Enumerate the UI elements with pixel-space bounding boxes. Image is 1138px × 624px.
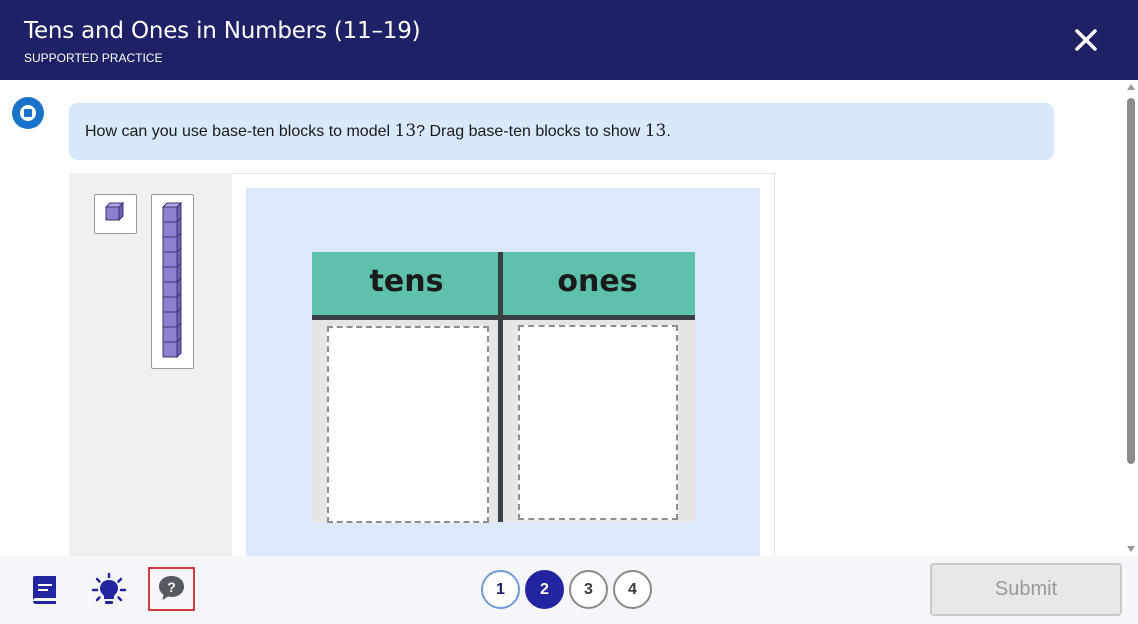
close-icon xyxy=(1075,29,1097,51)
question-text-part: ? Drag base-ten blocks to show xyxy=(416,123,645,140)
header-bar: Tens and Ones in Numbers (11–19) SUPPORT… xyxy=(0,0,1138,80)
tens-column-label: tens xyxy=(369,264,444,299)
step-label: 4 xyxy=(628,581,637,598)
book-icon xyxy=(33,576,56,604)
step-1-button[interactable]: 1 xyxy=(481,570,520,609)
close-button[interactable] xyxy=(1070,24,1102,56)
help-button[interactable]: ? xyxy=(148,567,195,611)
help-chat-icon: ? xyxy=(159,576,184,600)
place-value-chart: tens ones xyxy=(312,252,695,523)
question-prompt: How can you use base-ten blocks to model… xyxy=(69,103,1054,160)
tray-pointer-icon xyxy=(232,377,241,397)
submit-button[interactable]: Submit xyxy=(930,563,1122,616)
scroll-down-arrow-icon[interactable] xyxy=(1127,546,1135,552)
page-title: Tens and Ones in Numbers (11–19) xyxy=(24,18,421,44)
chart-header: tens ones xyxy=(312,252,695,316)
question-text-part: . xyxy=(666,123,671,140)
step-2-button[interactable]: 2 xyxy=(525,570,564,609)
ones-drop-zone[interactable] xyxy=(518,325,678,520)
unit-cube-icon xyxy=(104,201,125,222)
step-label: 2 xyxy=(540,581,549,598)
question-number: 13 xyxy=(644,121,667,141)
practice-window: Tens and Ones in Numbers (11–19) SUPPORT… xyxy=(0,0,1138,624)
scroll-up-arrow-icon[interactable] xyxy=(1127,84,1135,90)
tens-drop-zone[interactable] xyxy=(327,326,489,523)
stop-audio-button[interactable] xyxy=(12,97,44,129)
svg-text:?: ? xyxy=(167,579,176,595)
step-label: 1 xyxy=(496,581,505,598)
question-text: How can you use base-ten blocks to model… xyxy=(85,121,671,141)
page-subtitle: SUPPORTED PRACTICE xyxy=(24,51,163,65)
lightbulb-icon xyxy=(91,572,127,604)
scrollbar-thumb[interactable] xyxy=(1127,98,1135,464)
glossary-button[interactable] xyxy=(29,574,63,606)
step-3-button[interactable]: 3 xyxy=(569,570,608,609)
ten-rod-block[interactable] xyxy=(151,194,194,369)
question-text-part: How can you use base-ten blocks to model xyxy=(85,123,395,140)
step-4-button[interactable]: 4 xyxy=(613,570,652,609)
ten-rod-icon xyxy=(161,201,183,359)
unit-cube-block[interactable] xyxy=(94,194,137,234)
stop-icon xyxy=(20,105,36,121)
chart-divider-vertical xyxy=(498,252,503,522)
chart-divider-horizontal xyxy=(312,315,695,320)
ones-column-label: ones xyxy=(557,264,638,299)
hint-button[interactable] xyxy=(90,572,128,608)
step-label: 3 xyxy=(584,581,593,598)
vertical-scrollbar[interactable] xyxy=(1124,80,1138,556)
question-number: 13 xyxy=(394,121,417,141)
